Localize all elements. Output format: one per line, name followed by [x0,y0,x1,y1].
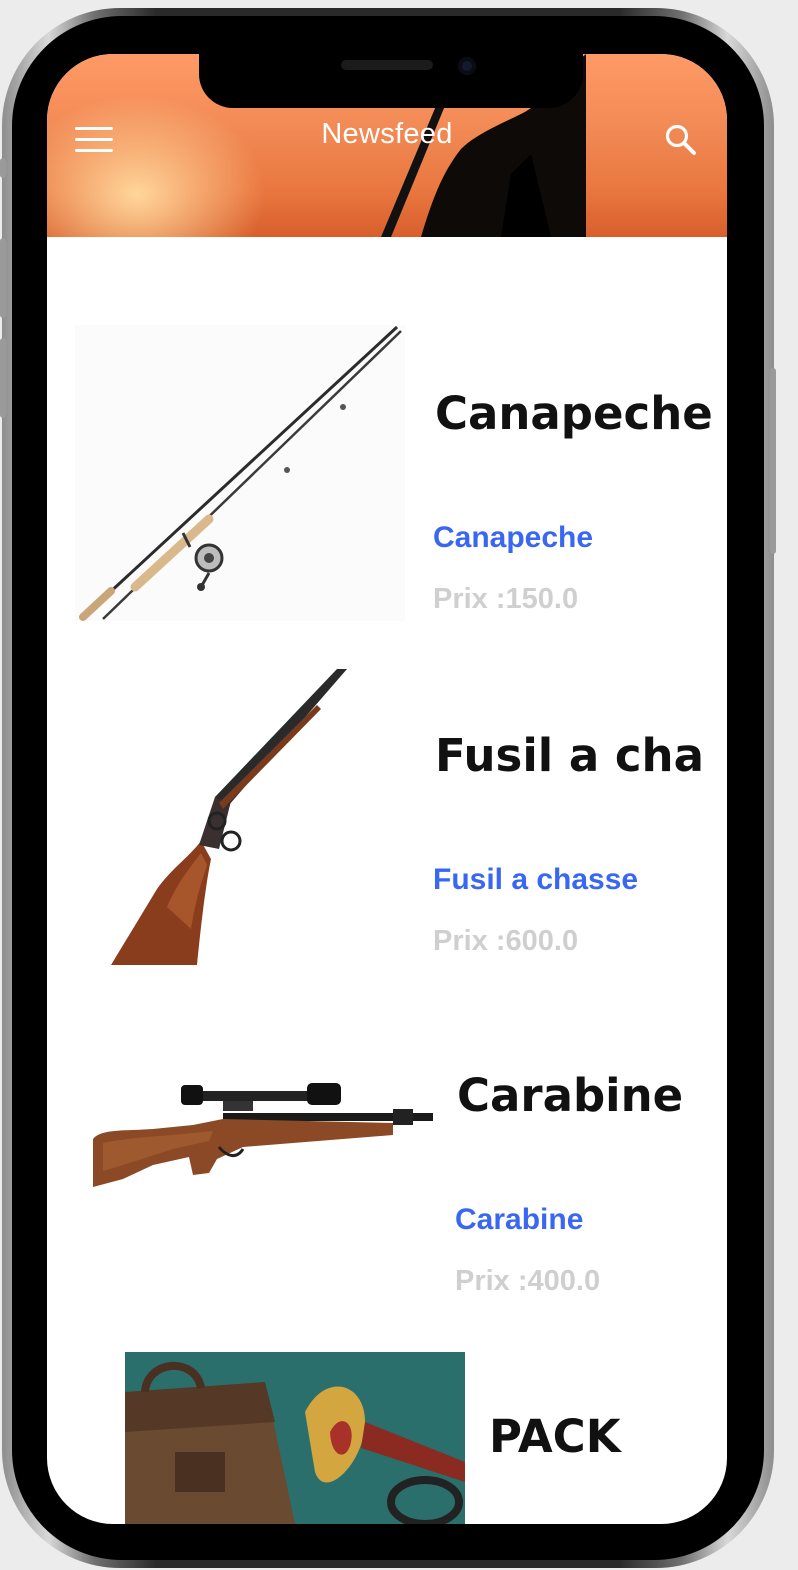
ring-switch [0,158,6,178]
page-title: Newsfeed [321,118,453,150]
device-notch [199,54,583,108]
app-screen: Newsfeed Canapeche Canapeche Prix:150.0… [47,54,727,1524]
front-camera [458,57,476,75]
sunset-glow [47,94,267,237]
product-subtitle[interactable]: Carabine [455,1203,583,1237]
product-price: Prix :400.0 [455,1265,601,1297]
product-image-leather-bag-and-horn [125,1352,465,1524]
product-image-scoped-rifle [93,1079,433,1189]
volume-down-button [0,338,6,418]
power-button [770,368,776,554]
volume-up-button [0,238,6,318]
product-image-fishing-rod [75,325,405,621]
product-subtitle[interactable]: Fusil a chasse [433,863,638,897]
product-name: PACK [489,1410,621,1463]
product-price: Prix :600.0 [433,925,579,957]
product-name: Carabine [457,1069,684,1122]
product-name: Canapeche [435,387,713,440]
product-name: Fusil a cha [435,729,704,782]
product-price: Prix :150.0 [433,583,579,615]
search-icon[interactable] [663,122,699,158]
product-item[interactable]: Canapeche Canapeche Prix :150.0 [47,325,727,625]
product-item[interactable]: PACK [47,1352,727,1524]
product-image-shotgun [111,669,351,965]
earpiece-speaker [341,60,433,70]
product-item[interactable]: Fusil a cha Fusil a chasse Prix :600.0 [47,667,727,967]
product-item[interactable]: Carabine Carabine Prix :400.0 [47,1007,727,1307]
product-subtitle[interactable]: Canapeche [433,521,593,555]
